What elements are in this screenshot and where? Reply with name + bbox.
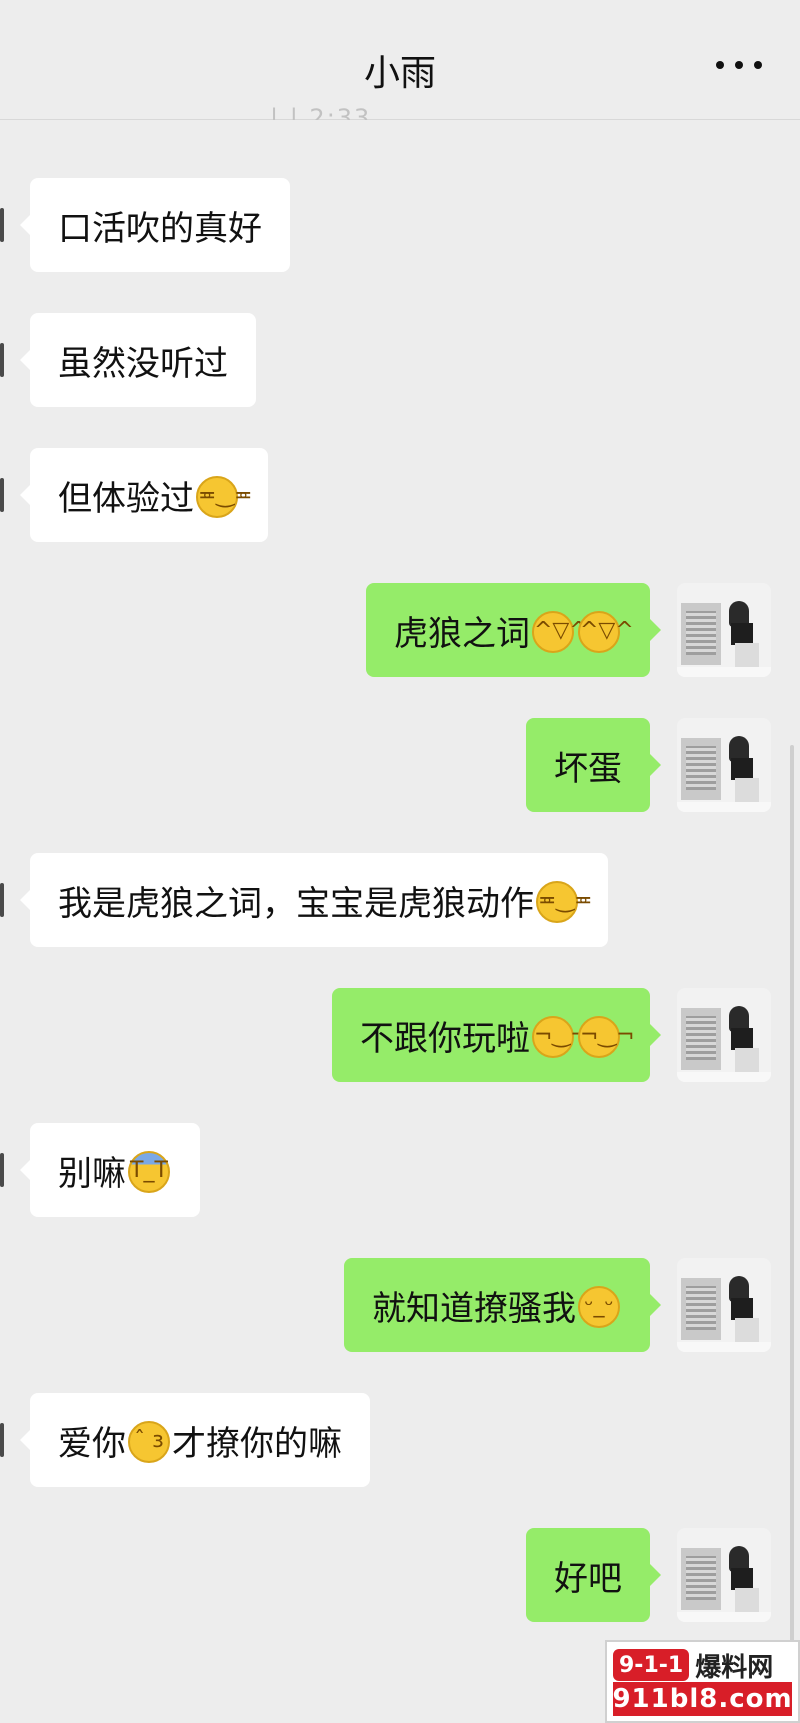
- message-row: 不跟你玩啦 ¬‿¬ ¬‿¬: [0, 988, 800, 1082]
- chat-title: 小雨: [363, 53, 436, 94]
- watermark-name: 爆料网: [695, 1652, 774, 1683]
- incoming-message-bubble[interactable]: 别嘛 T_T: [20, 1123, 200, 1217]
- avatar-edge: [0, 883, 4, 917]
- message-text: 爱你: [58, 1423, 126, 1464]
- message-text: 就知道撩骚我: [372, 1288, 576, 1329]
- grin-face-icon: ≖‿≖: [196, 476, 253, 518]
- incoming-message-bubble[interactable]: 爱你 ˆ з 才撩你的嘛: [20, 1393, 370, 1487]
- outgoing-message-bubble[interactable]: 不跟你玩啦 ¬‿¬ ¬‿¬: [332, 988, 661, 1082]
- outgoing-message-bubble[interactable]: 虎狼之词 ^▽^ ^▽^: [366, 583, 661, 677]
- watermark-logo: 9-1-1 爆料网 911bl8.com: [605, 1640, 800, 1723]
- message-text: 但体验过: [58, 478, 194, 519]
- message-row: 但体验过 ≖‿≖: [0, 448, 800, 542]
- message-row: 好吧: [0, 1528, 800, 1622]
- message-text: 不跟你玩啦: [360, 1018, 530, 1059]
- avatar-edge: [0, 343, 4, 377]
- watermark-url: 911bl8.com: [612, 1682, 793, 1716]
- smirk-face-icon: ¬‿¬: [578, 1016, 635, 1058]
- eye-roll-face-icon: ᵕ_ᵕ: [578, 1286, 620, 1328]
- avatar-edge: [0, 1423, 4, 1457]
- message-text: 别嘛: [58, 1153, 126, 1194]
- grin-face-icon: ≖‿≖: [536, 881, 593, 923]
- avatar[interactable]: [677, 718, 771, 812]
- avatar-edge: [0, 478, 4, 512]
- incoming-message-bubble[interactable]: 但体验过 ≖‿≖: [20, 448, 268, 542]
- message-row: 虎狼之词 ^▽^ ^▽^: [0, 583, 800, 677]
- message-text: 虎狼之词: [394, 613, 530, 654]
- message-text: 坏蛋: [554, 748, 622, 789]
- timestamp: | | 2:33: [270, 104, 372, 120]
- message-row: 虽然没听过: [0, 313, 800, 407]
- tears-of-joy-icon: ^▽^: [578, 611, 634, 653]
- message-text: 虽然没听过: [58, 343, 228, 384]
- message-row: 爱你 ˆ з 才撩你的嘛: [0, 1393, 800, 1487]
- incoming-message-bubble[interactable]: 口活吹的真好: [20, 178, 290, 272]
- kissing-face-icon: ˆ з: [128, 1421, 170, 1463]
- message-row: 口活吹的真好: [0, 178, 800, 272]
- avatar[interactable]: [677, 1528, 771, 1622]
- outgoing-message-bubble[interactable]: 坏蛋: [526, 718, 661, 812]
- outgoing-message-bubble[interactable]: 好吧: [526, 1528, 661, 1622]
- avatar-edge: [0, 1153, 4, 1187]
- message-text: 才撩你的嘛: [172, 1423, 342, 1464]
- incoming-message-bubble[interactable]: 我是虎狼之词，宝宝是虎狼动作 ≖‿≖: [20, 853, 608, 947]
- avatar[interactable]: [677, 1258, 771, 1352]
- message-text: 好吧: [554, 1558, 622, 1599]
- more-options-icon[interactable]: [716, 52, 762, 78]
- avatar[interactable]: [677, 988, 771, 1082]
- chat-header: 小雨: [0, 0, 800, 120]
- message-row: 就知道撩骚我 ᵕ_ᵕ: [0, 1258, 800, 1352]
- message-text: 我是虎狼之词，宝宝是虎狼动作: [58, 883, 534, 924]
- message-text: 口活吹的真好: [58, 208, 262, 249]
- avatar[interactable]: [677, 583, 771, 677]
- message-row: 坏蛋: [0, 718, 800, 812]
- smirk-face-icon: ¬‿¬: [532, 1016, 589, 1058]
- watermark-badge: 9-1-1: [613, 1649, 690, 1681]
- incoming-message-bubble[interactable]: 虽然没听过: [20, 313, 256, 407]
- crying-face-icon: T_T: [128, 1151, 170, 1193]
- outgoing-message-bubble[interactable]: 就知道撩骚我 ᵕ_ᵕ: [344, 1258, 661, 1352]
- tears-of-joy-icon: ^▽^: [532, 611, 588, 653]
- scrollbar[interactable]: [790, 745, 794, 1685]
- message-row: 别嘛 T_T: [0, 1123, 800, 1217]
- message-row: 我是虎狼之词，宝宝是虎狼动作 ≖‿≖: [0, 853, 800, 947]
- avatar-edge: [0, 208, 4, 242]
